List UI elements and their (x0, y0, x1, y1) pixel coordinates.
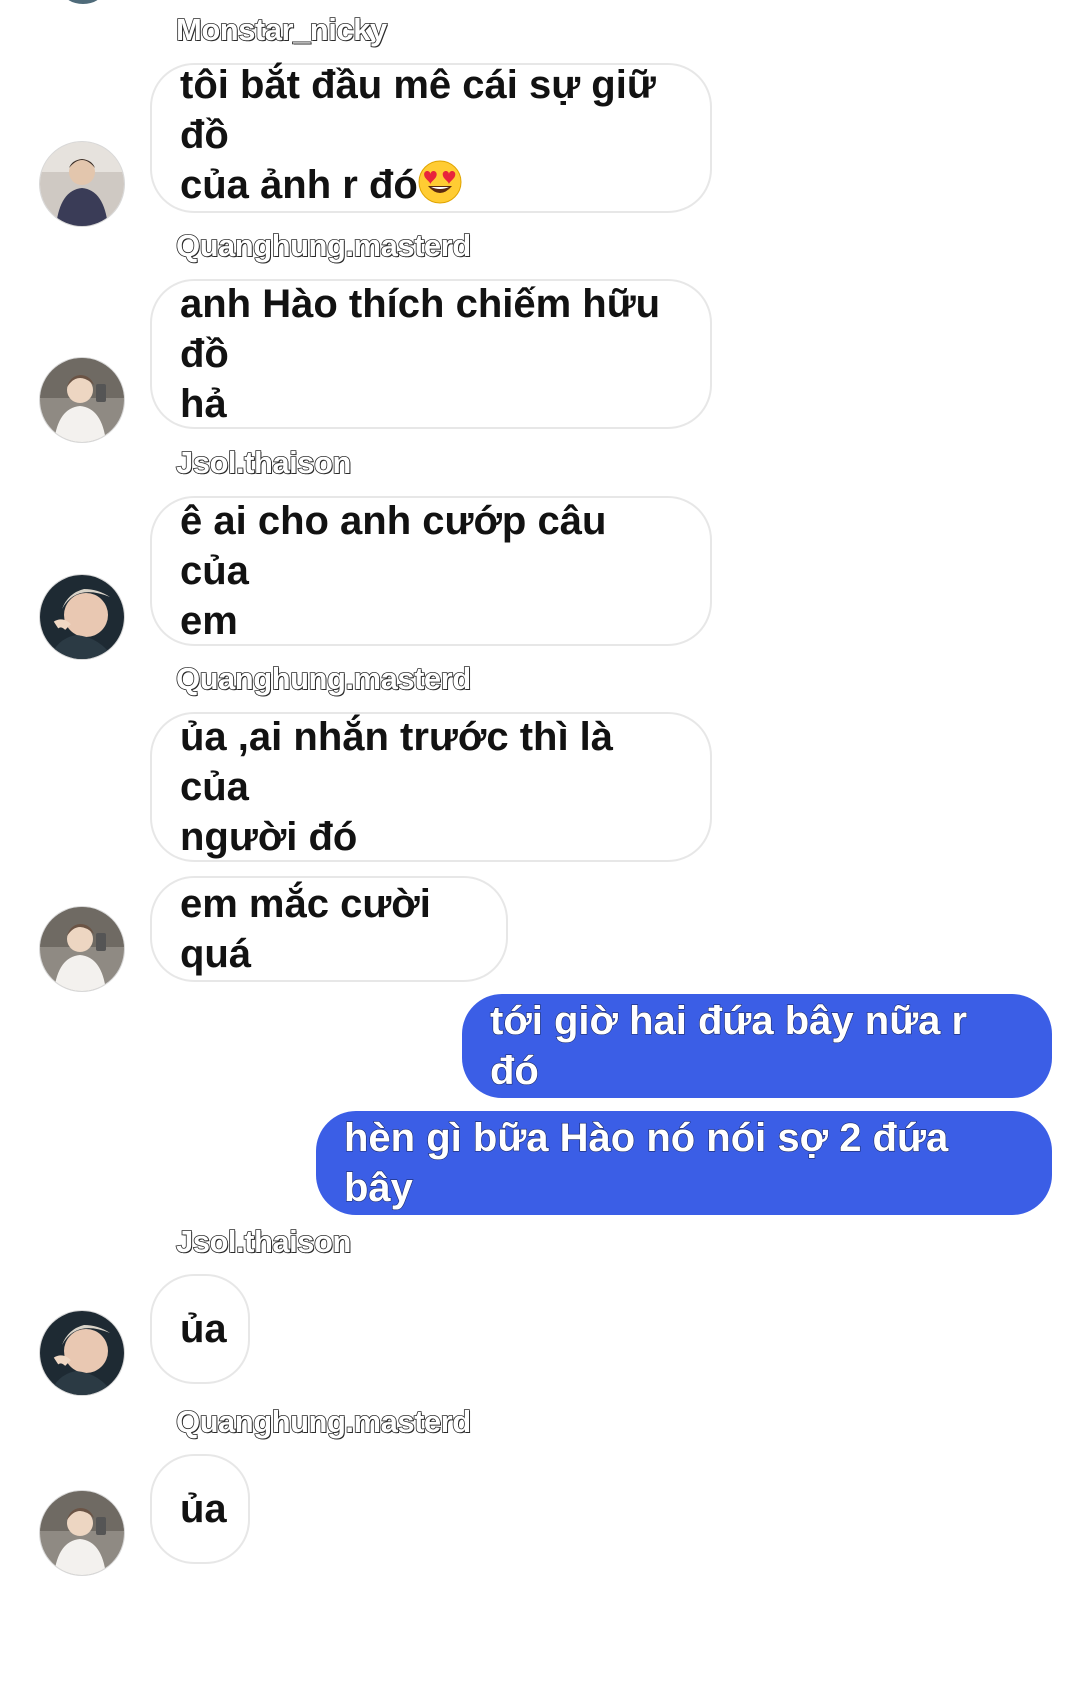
message-bubble[interactable]: anh Hào thích chiếm hữu đồ hả (150, 279, 712, 429)
heart-eyes-emoji-icon (418, 160, 462, 216)
message-bubble[interactable]: ủa (150, 1454, 250, 1564)
message-text: tới giờ hai đứa bây nữa r đó (489, 998, 968, 1093)
message-line: hả (180, 382, 227, 426)
avatar[interactable] (39, 1310, 125, 1396)
chat-thread: Monstar_nicky tôi bắt đầu mê cái sự giữ … (0, 0, 1080, 1696)
message-text: hèn gì bữa Hào nó nói sợ 2 đứa bây (343, 1115, 949, 1210)
message-line: tôi bắt đầu mê cái sự giữ đồ (180, 63, 656, 157)
message-line: ủa ,ai nhắn trước thì là của (180, 715, 614, 809)
message-bubble[interactable]: ủa ,ai nhắn trước thì là của người đó (150, 712, 712, 862)
message-line: ê ai cho anh cướp câu của (180, 499, 607, 593)
avatar[interactable] (39, 141, 125, 227)
avatar[interactable] (39, 574, 125, 660)
avatar[interactable] (39, 357, 125, 443)
sender-name: Quanghung.masterd (175, 228, 472, 263)
message-line: em (180, 599, 238, 643)
message-bubble[interactable]: ủa (150, 1274, 250, 1384)
message-line: anh Hào thích chiếm hữu đồ (180, 282, 661, 376)
sender-name: Quanghung.masterd (175, 661, 472, 696)
message-bubble[interactable]: tôi bắt đầu mê cái sự giữ đồ của ảnh r đ… (150, 63, 712, 213)
sender-name: Monstar_nicky (175, 12, 388, 47)
sender-name: Jsol.thaison (175, 1224, 352, 1259)
message-bubble[interactable]: em mắc cười quá (150, 876, 508, 982)
avatar[interactable] (39, 1490, 125, 1576)
sender-name: Jsol.thaison (175, 445, 352, 480)
message-bubble[interactable]: ê ai cho anh cướp câu của em (150, 496, 712, 646)
message-line: ủa (180, 1307, 227, 1351)
avatar[interactable] (39, 906, 125, 992)
outgoing-message-bubble[interactable]: hèn gì bữa Hào nó nói sợ 2 đứa bây (316, 1111, 1052, 1215)
message-line: người đó (180, 815, 358, 859)
outgoing-message-bubble[interactable]: tới giờ hai đứa bây nữa r đó (462, 994, 1052, 1098)
message-line: em mắc cười quá (180, 882, 431, 976)
message-line: ủa (180, 1487, 227, 1531)
message-line: của ảnh r đó (180, 163, 418, 207)
sender-name: Quanghung.masterd (175, 1404, 472, 1439)
avatar-partial (63, 0, 103, 4)
